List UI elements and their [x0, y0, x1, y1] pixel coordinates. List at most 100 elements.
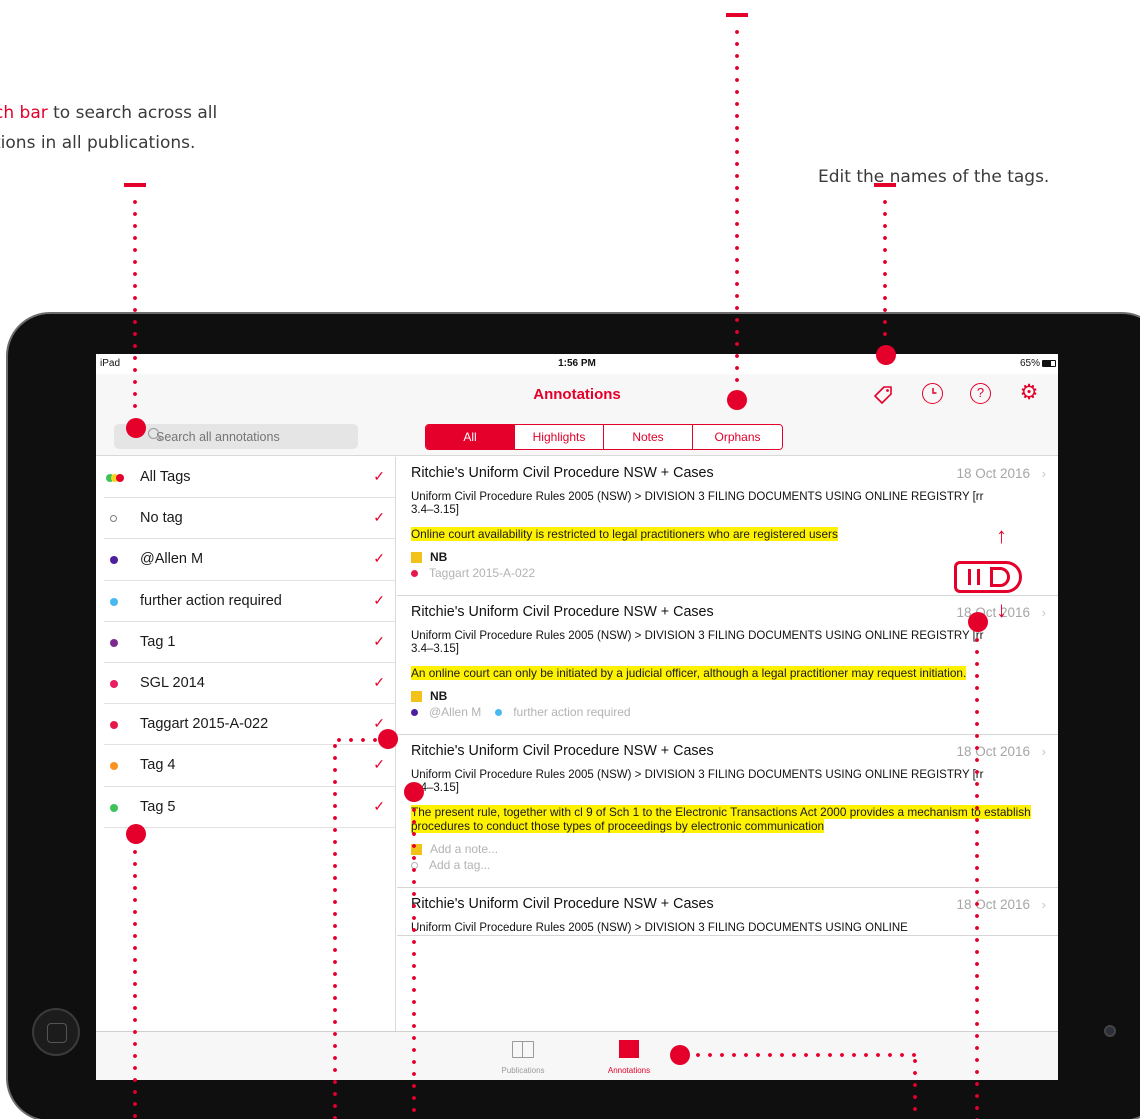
- tag-sidebar: All Tags ✓ No tag ✓ @Allen M ✓ further a…: [96, 457, 396, 1031]
- checkmark-icon: ✓: [373, 632, 385, 649]
- tag-label: @Allen M: [140, 551, 204, 568]
- annotation-tag-label: further action required: [513, 705, 631, 719]
- callout-line-scroll: [975, 634, 979, 1119]
- callout-dot-tag-list: [126, 824, 146, 844]
- highlight-text: The present rule, together with cl 9 of …: [411, 805, 1031, 833]
- annotation-path: Uniform Civil Procedure Rules 2005 (NSW)…: [411, 491, 984, 516]
- add-tag-placeholder: Add a tag...: [429, 858, 491, 872]
- nav-bar: Annotations ? ⚙: [96, 374, 1058, 414]
- caption-text: to search across all: [47, 103, 218, 123]
- callout-line-segments: [735, 26, 739, 388]
- status-bar: iPad 1:56 PM 65%: [96, 354, 1058, 374]
- tag-color-dot: [110, 762, 118, 771]
- annotation-note[interactable]: NB: [411, 687, 1058, 705]
- page-title: Annotations: [533, 386, 621, 403]
- add-tag-field[interactable]: Add a tag...: [411, 858, 1058, 887]
- tag-label: Tag 1: [140, 633, 176, 650]
- help-icon[interactable]: ?: [970, 383, 991, 404]
- tag-color-dot: [411, 708, 418, 716]
- sidebar-item-no-tag[interactable]: No tag ✓: [104, 498, 395, 540]
- callout-dot-segments: [727, 390, 747, 410]
- sidebar-item-all-tags[interactable]: All Tags ✓: [104, 457, 395, 499]
- chevron-right-icon: ›: [1041, 466, 1046, 481]
- annotation-tag-label: Taggart 2015-A-022: [429, 566, 536, 580]
- checkmark-icon: ✓: [373, 756, 385, 773]
- arrow-down-icon: ↓: [996, 597, 1007, 622]
- sidebar-item-further-action[interactable]: further action required ✓: [104, 581, 395, 622]
- checkmark-icon: ✓: [373, 550, 385, 567]
- scroll-gesture-icon: [954, 555, 1024, 599]
- callout-line-tag-check: [333, 740, 337, 1119]
- annotation-list: Ritchie's Uniform Civil Procedure NSW + …: [397, 457, 1058, 1031]
- caption-emphasis: ch bar: [0, 103, 48, 123]
- annotation-date: 18 Oct 2016: [956, 605, 1030, 620]
- note-text: NB: [430, 550, 448, 564]
- edit-tags-caption: Edit the names of the tags.: [818, 167, 1050, 187]
- tag-color-dot: [411, 569, 418, 577]
- caption-text-line2: tions in all publications.: [0, 133, 196, 153]
- tag-color-dot: [110, 721, 118, 730]
- tag-label: Tag 4: [140, 757, 176, 774]
- tag-label: No tag: [140, 510, 183, 527]
- gear-icon[interactable]: ⚙: [1018, 382, 1040, 404]
- tag-label: SGL 2014: [140, 674, 205, 691]
- multicolor-tag-icon: [106, 474, 124, 482]
- annotation-date: 18 Oct 2016: [956, 897, 1030, 912]
- camera: [1104, 1025, 1116, 1037]
- clock-time: 1:56 PM: [558, 358, 596, 369]
- search-bar-caption: ch bar to search across all tions in all…: [0, 98, 294, 158]
- segment-notes[interactable]: Notes: [604, 425, 693, 449]
- callout-dot-scroll: [968, 612, 988, 632]
- callout-line-search: [133, 196, 137, 414]
- tag-label: All Tags: [140, 469, 191, 485]
- add-note-placeholder: Add a note...: [430, 842, 499, 856]
- callout-line-tag-check-h: [333, 738, 377, 742]
- callout-dot-search: [126, 418, 146, 438]
- annotation-date: 18 Oct 2016: [956, 744, 1030, 759]
- segment-highlights[interactable]: Highlights: [515, 425, 604, 449]
- annotate-pencil-icon: [619, 1040, 639, 1058]
- tag-label: further action required: [140, 592, 282, 609]
- chevron-right-icon: ›: [1041, 897, 1046, 912]
- segment-orphans[interactable]: Orphans: [693, 425, 782, 449]
- checkmark-icon: ✓: [373, 591, 385, 608]
- note-icon: [411, 690, 422, 702]
- callout-top-marker: [726, 13, 748, 17]
- annotation-tag-label: @Allen M: [429, 705, 482, 719]
- tag-color-dot: [495, 708, 503, 716]
- add-note-field[interactable]: Add a note...: [411, 840, 1058, 858]
- sidebar-item-allen-m[interactable]: @Allen M ✓: [104, 539, 395, 581]
- sidebar-item-tag-4[interactable]: Tag 4 ✓: [104, 745, 395, 787]
- highlight-text: An online court can only be initiated by…: [411, 666, 967, 680]
- annotation-tags[interactable]: @Allen M further action required: [411, 705, 1058, 734]
- annotation-path: Uniform Civil Procedure Rules 2005 (NSW)…: [411, 630, 984, 655]
- checkmark-icon: ✓: [373, 673, 385, 690]
- history-clock-icon[interactable]: [922, 383, 943, 404]
- tab-publications[interactable]: Publications: [478, 1038, 568, 1075]
- callout-line-tab-h: [692, 1053, 918, 1057]
- callout-line-tag-list: [133, 846, 137, 1119]
- callout-line-edit-tags: [883, 196, 887, 344]
- app-screen: iPad 1:56 PM 65% Annotations ? ⚙ All Hig…: [96, 354, 1058, 1080]
- tab-label: Publications: [501, 1066, 545, 1075]
- tab-annotations[interactable]: Annotations: [584, 1038, 674, 1075]
- segment-all[interactable]: All: [426, 425, 515, 449]
- tag-icon[interactable]: [872, 384, 894, 406]
- checkmark-icon: ✓: [373, 509, 385, 526]
- tag-color-dot: [110, 556, 118, 565]
- chevron-right-icon: ›: [1041, 605, 1046, 620]
- annotation-card[interactable]: Ritchie's Uniform Civil Procedure NSW + …: [397, 596, 1058, 735]
- sidebar-item-tag-1[interactable]: Tag 1 ✓: [104, 622, 395, 663]
- sidebar-item-tag-5[interactable]: Tag 5 ✓: [104, 787, 395, 828]
- tag-color-dot: [110, 679, 118, 688]
- annotation-card[interactable]: Ritchie's Uniform Civil Procedure NSW + …: [397, 735, 1058, 888]
- callout-dot-annotation: [404, 782, 424, 802]
- tab-label: Annotations: [607, 1066, 651, 1075]
- sidebar-item-sgl-2014[interactable]: SGL 2014 ✓: [104, 663, 395, 705]
- battery-percent: 65%: [1019, 358, 1040, 369]
- search-icon: [148, 428, 159, 439]
- tag-color-dot: [110, 597, 118, 606]
- battery-icon: [1042, 360, 1056, 367]
- checkmark-icon: ✓: [373, 468, 385, 484]
- annotation-card[interactable]: Ritchie's Uniform Civil Procedure NSW + …: [397, 888, 1058, 936]
